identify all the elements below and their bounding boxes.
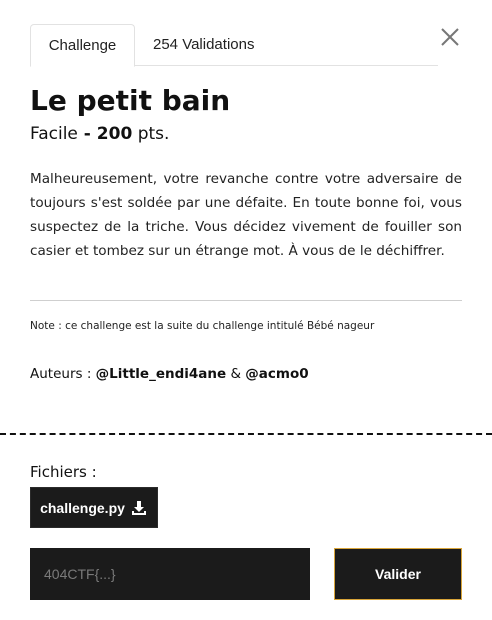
points-suffix: pts. [132,124,170,144]
challenge-description: Malheureusement, votre revanche contre v… [30,171,462,259]
flag-input[interactable] [30,548,310,600]
files-label: Fichiers : [30,463,97,481]
challenge-title: Le petit bain [30,84,231,117]
authors-line: Auteurs : @Little_endi4ane & @acmo0 [30,366,309,382]
submit-button[interactable]: Valider [334,548,462,600]
difficulty-points: Facile - 200 pts. [30,124,169,144]
authors-separator: & [226,366,246,382]
download-icon [131,500,146,515]
challenge-note: Note : ce challenge est la suite du chal… [30,320,375,332]
author-2: acmo0 [258,366,309,382]
close-button[interactable] [439,26,461,48]
tab-validations[interactable]: 254 Validations [153,24,254,66]
authors-label: Auteurs : [30,366,96,382]
tab-bar: Challenge 254 Validations [30,24,438,67]
author1-prefix: @ [95,366,110,382]
author2-prefix: @ [245,366,259,382]
dashed-separator [0,433,492,435]
close-icon [441,28,459,46]
divider [30,300,462,301]
points-value: 200 [96,124,133,144]
file-name: challenge.py [40,499,125,516]
tab-challenge[interactable]: Challenge [30,24,135,67]
difficulty-label: Facile [30,124,78,144]
challenge-modal: Challenge 254 Validations Le petit bain … [0,0,492,620]
author-1: Little_endi4ane [109,366,227,382]
difficulty-separator: - [77,124,97,144]
file-download-button[interactable]: challenge.py [30,487,158,528]
